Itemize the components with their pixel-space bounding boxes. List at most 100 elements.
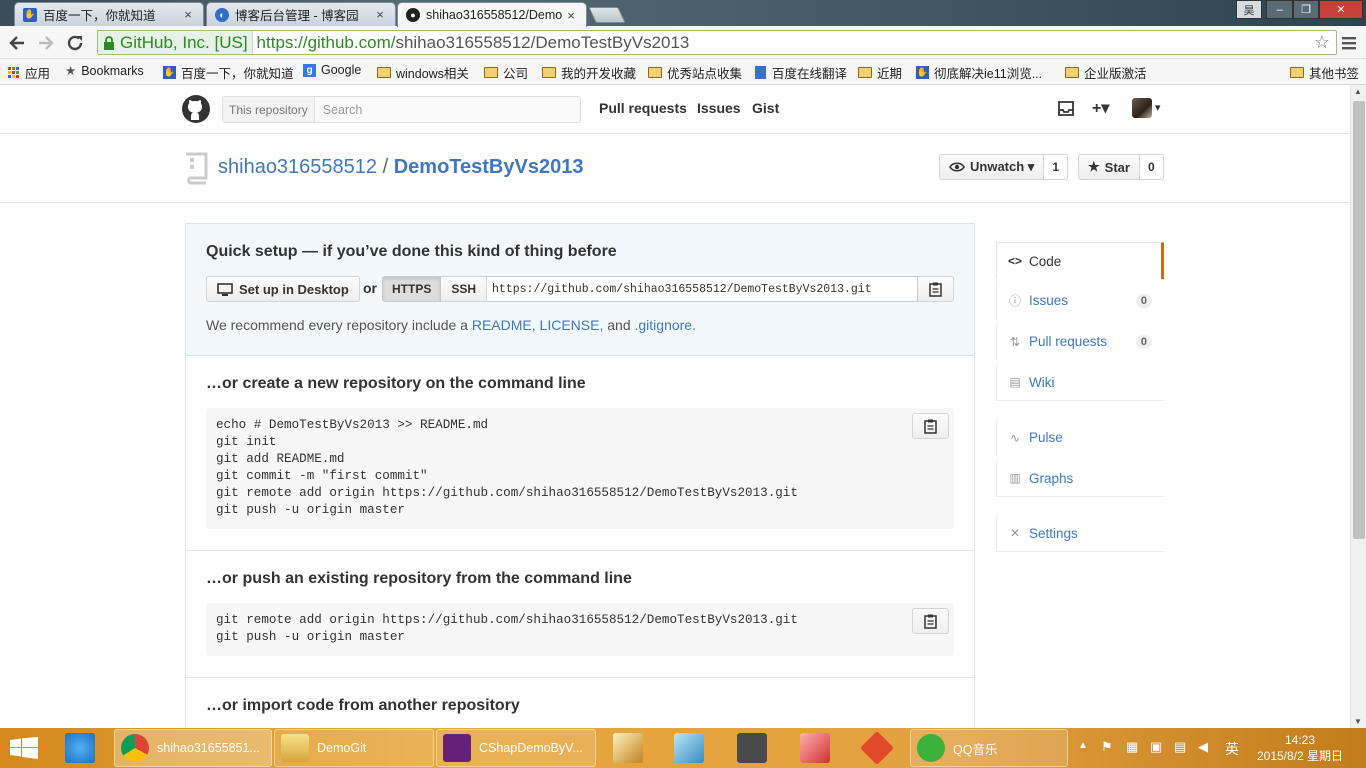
nav-pull-requests[interactable]: Pull requests: [599, 100, 687, 116]
search-input[interactable]: This repository Search: [222, 96, 581, 123]
taskbar-explorer-window[interactable]: DemoGit: [274, 729, 434, 767]
page-scrollbar[interactable]: ▲ ▼: [1350, 85, 1366, 728]
new-tab-button[interactable]: [588, 7, 626, 23]
stargazers-count[interactable]: 0: [1139, 154, 1164, 180]
taskbar-visual-studio-window[interactable]: CShapDemoByV...: [436, 729, 596, 767]
tray-expand-icon[interactable]: ▲: [1078, 740, 1088, 751]
taskbar-chrome-window[interactable]: shihao31655851...: [114, 729, 272, 767]
bookmark-item[interactable]: ★ Bookmarks: [65, 63, 144, 79]
notifications-inbox-icon[interactable]: [1058, 101, 1074, 116]
window-tray-icon[interactable]: ▦: [1126, 739, 1138, 755]
windows-start-button[interactable]: [10, 737, 38, 759]
ev-label: GitHub, Inc. [US]: [120, 32, 248, 52]
github-logo-icon[interactable]: [182, 95, 210, 123]
recommend-text: We recommend every repository include a …: [206, 317, 696, 333]
forward-button[interactable]: [33, 30, 59, 56]
chrome-menu-button[interactable]: [1336, 30, 1362, 56]
watch-button-group: Unwatch ▾ 1: [939, 154, 1068, 180]
minimize-button[interactable]: –: [1266, 0, 1293, 19]
copy-commands-button[interactable]: [912, 413, 949, 439]
bookmark-item[interactable]: ✋ 百度一下，你就知道: [163, 63, 294, 82]
avatar[interactable]: [1132, 98, 1152, 118]
ime-indicator[interactable]: 英: [1225, 739, 1239, 759]
notepad-plus-icon[interactable]: [800, 733, 830, 763]
and-text: and: [603, 317, 635, 333]
bookmark-item[interactable]: ✋ 彻底解决ie11浏览...: [916, 63, 1042, 82]
profile-button[interactable]: 昊: [1236, 0, 1262, 19]
tab-baidu[interactable]: ✋ 百度一下，你就知道 ×: [14, 2, 204, 26]
https-button[interactable]: HTTPS: [382, 276, 442, 302]
bookmark-item[interactable]: g Google: [303, 63, 361, 77]
nav-gist[interactable]: Gist: [752, 100, 779, 116]
back-button[interactable]: [4, 30, 30, 56]
create-new-dropdown[interactable]: +▾: [1092, 98, 1109, 118]
volume-icon[interactable]: ◀: [1198, 739, 1208, 755]
git-icon[interactable]: [860, 731, 894, 765]
sidenav-pull-requests[interactable]: ⇅ Pull requests 0: [996, 323, 1164, 360]
close-icon[interactable]: ×: [181, 7, 195, 22]
code-line: git remote add origin https://github.com…: [216, 486, 798, 500]
quick-setup-title: Quick setup — if you’ve done this kind o…: [206, 243, 617, 260]
license-link[interactable]: LICENSE,: [540, 317, 604, 333]
notebook-icon[interactable]: [674, 733, 704, 763]
reload-button[interactable]: [62, 30, 88, 56]
scrollbar-thumb[interactable]: [1353, 101, 1365, 539]
chrome-icon: [121, 734, 149, 762]
sidenav-settings[interactable]: ✕ Settings: [996, 515, 1164, 552]
bookmark-star-icon[interactable]: ☆: [1314, 32, 1330, 53]
clone-url-input[interactable]: https://github.com/shihao316558512/DemoT…: [487, 276, 918, 302]
network-icon[interactable]: ▤: [1174, 739, 1186, 755]
gitignore-link[interactable]: .gitignore.: [635, 317, 696, 333]
close-icon[interactable]: ×: [564, 8, 578, 23]
baidu-icon: ✋: [916, 66, 929, 79]
sidenav-graphs[interactable]: ▥ Graphs: [996, 460, 1164, 497]
setup-desktop-button[interactable]: Set up in Desktop: [206, 276, 360, 302]
repo-owner-link[interactable]: shihao316558512: [218, 156, 377, 178]
bookmark-folder[interactable]: 近期: [858, 63, 902, 82]
bookmark-label: 百度在线翻译: [772, 67, 848, 81]
sidenav-code[interactable]: <> Code: [996, 242, 1164, 279]
address-bar[interactable]: GitHub, Inc. [US] https://github.com/ sh…: [97, 30, 1337, 55]
ie-icon[interactable]: [65, 733, 95, 763]
tab-cnblogs[interactable]: ◐ 博客后台管理 - 博客园 ×: [206, 2, 396, 26]
close-window-button[interactable]: ✕: [1319, 0, 1363, 19]
maximize-button[interactable]: ❐: [1293, 0, 1319, 19]
lock-icon: [104, 35, 114, 50]
watchers-count[interactable]: 1: [1044, 154, 1068, 180]
other-bookmarks-folder[interactable]: 其他书签: [1290, 63, 1359, 82]
translate-icon: [755, 66, 766, 79]
repo-name-link[interactable]: DemoTestByVs2013: [394, 156, 584, 178]
scroll-down-arrow-icon[interactable]: ▼: [1354, 717, 1362, 726]
sidenav-wiki[interactable]: ▤ Wiki: [996, 364, 1164, 401]
bookmark-item[interactable]: 应用: [8, 63, 50, 82]
bookmark-folder[interactable]: 优秀站点收集: [648, 63, 742, 82]
unwatch-button[interactable]: Unwatch ▾: [939, 154, 1045, 180]
ev-certificate-badge[interactable]: GitHub, Inc. [US]: [98, 31, 253, 54]
copy-url-button[interactable]: [918, 276, 954, 302]
chevron-down-icon[interactable]: ▾: [1155, 101, 1161, 114]
copy-commands-button[interactable]: [912, 608, 949, 634]
ssh-button[interactable]: SSH: [441, 276, 488, 302]
sidenav-issues[interactable]: ⓘ Issues 0: [996, 282, 1164, 319]
ccleaner-broom-icon[interactable]: [613, 733, 643, 763]
sublime-text-icon[interactable]: [737, 733, 767, 763]
scroll-up-arrow-icon[interactable]: ▲: [1354, 87, 1362, 96]
bookmark-label: 应用: [25, 67, 51, 81]
baidu-icon: ✋: [163, 66, 176, 79]
bookmark-folder[interactable]: 公司: [484, 63, 528, 82]
security-tray-icon[interactable]: ▣: [1150, 739, 1162, 755]
readme-link[interactable]: README,: [472, 317, 536, 333]
bookmark-folder[interactable]: 我的开发收藏: [542, 63, 636, 82]
star-button[interactable]: ★ Star: [1078, 154, 1140, 180]
nav-issues[interactable]: Issues: [697, 100, 741, 116]
close-icon[interactable]: ×: [373, 7, 387, 22]
bookmark-item[interactable]: 百度在线翻译: [755, 63, 847, 82]
tab-github[interactable]: ● shihao316558512/Demo ×: [397, 2, 587, 27]
action-center-flag-icon[interactable]: ⚑: [1101, 739, 1113, 755]
clipboard-icon: [929, 282, 942, 297]
bookmark-folder[interactable]: windows相关: [377, 63, 469, 82]
system-clock[interactable]: 14:23 2015/8/2 星期日: [1250, 732, 1350, 764]
sidenav-pulse[interactable]: ∿ Pulse: [996, 419, 1164, 456]
bookmark-folder[interactable]: 企业版激活: [1065, 63, 1147, 82]
taskbar-qqmusic-window[interactable]: QQ音乐: [910, 729, 1068, 767]
